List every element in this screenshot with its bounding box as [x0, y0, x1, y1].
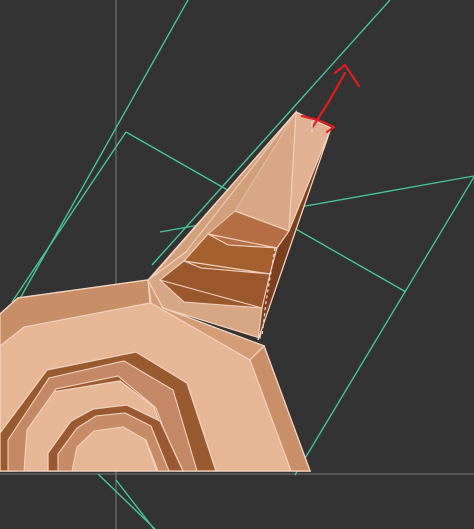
3d-viewport[interactable] — [0, 0, 474, 529]
viewport-canvas[interactable] — [0, 0, 474, 529]
